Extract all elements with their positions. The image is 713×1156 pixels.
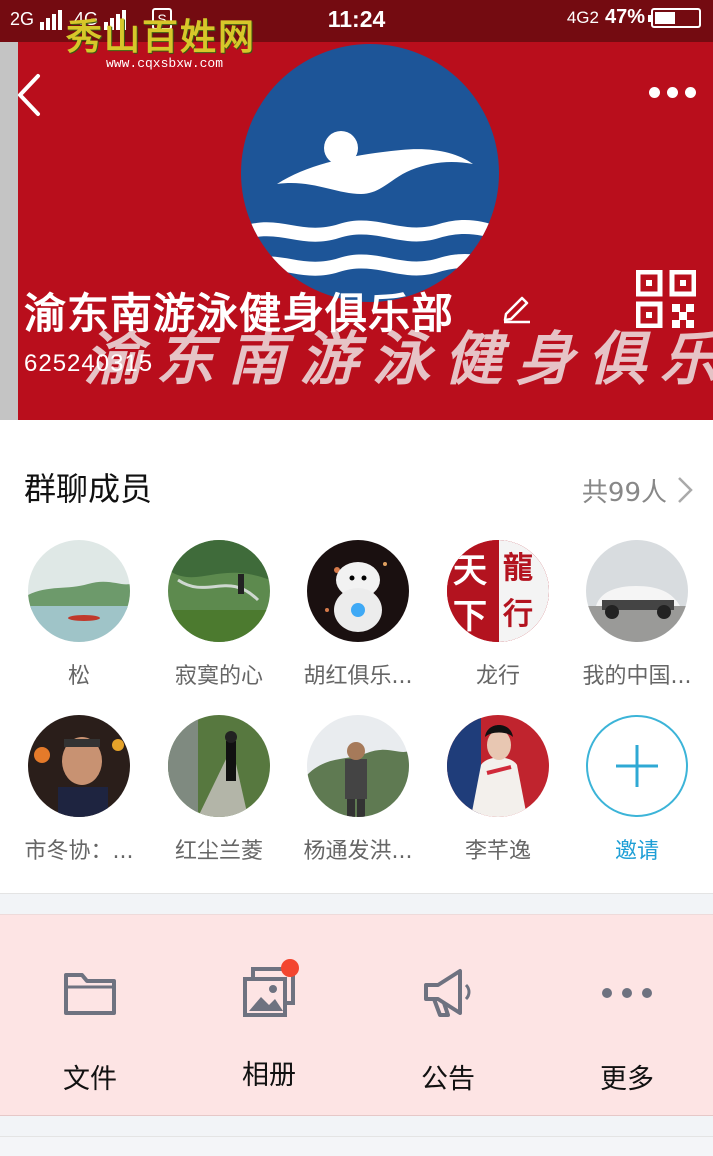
member-name: 寂寞的心 [174,664,263,689]
avatar [307,540,409,642]
member-name: 杨通发洪... [303,839,413,864]
member-item[interactable]: 寂寞的心 [149,540,289,690]
member-name: 龙行 [475,664,520,689]
tool-label: 更多 [600,1064,654,1095]
more-icon [602,988,652,998]
svg-text:龍: 龍 [503,551,533,586]
avatar [307,715,409,817]
svg-text:行: 行 [502,597,533,632]
member-item[interactable]: 杨通发洪... [288,715,428,865]
avatar [586,540,688,642]
watermark-title: 秀山百姓网 [66,17,257,57]
group-members-section: 群聊成员 共99人 松 寂寞的心 胡红俱乐... 天 龍 下 行 龙行 我的中国… [0,420,713,894]
next-section-edge [0,1136,713,1156]
folder-icon [64,973,116,1015]
dot-icon [685,86,696,98]
swimming-logo [241,44,499,302]
avatar [28,540,130,642]
qr-code-icon[interactable] [636,270,696,328]
tool-label: 公告 [421,1064,475,1095]
battery-icon [648,7,701,28]
member-item[interactable]: 天 龍 下 行 龙行 [428,540,568,690]
member-name: 市冬协：... [24,839,134,864]
avatar: 天 龍 下 行 [447,540,549,642]
member-name: 我的中国... [582,664,692,689]
avatar [28,715,130,817]
member-name: 李芊逸 [464,839,531,864]
avatar [168,540,270,642]
tool-announcement[interactable]: 公告 [358,967,538,1096]
invite-label: 邀请 [614,839,659,864]
tool-label: 文件 [63,1064,117,1095]
group-name: 渝东南游泳健身俱乐部 [24,289,455,338]
network-label: 4G2 [566,7,599,27]
edit-pencil-icon[interactable] [500,290,534,324]
more-options-button[interactable] [649,80,701,104]
invite-circle [586,715,688,817]
tool-label: 相册 [242,1060,296,1091]
group-id: 625240315 [24,350,154,377]
svg-text:下: 下 [453,597,487,637]
plus-icon [616,745,658,787]
member-name: 胡红俱乐... [303,664,413,689]
member-item[interactable]: 胡红俱乐... [288,540,428,690]
group-tools-bar: 文件 相册 公告 更多 [0,914,713,1116]
invite-member-button[interactable]: 邀请 [567,715,707,865]
member-item[interactable]: 红尘兰菱 [149,715,289,865]
tool-files[interactable]: 文件 [0,967,180,1096]
member-item[interactable]: 李芊逸 [428,715,568,865]
members-count: 共99人 [581,478,667,508]
member-name: 红尘兰菱 [174,839,263,864]
svg-text:天: 天 [453,551,487,591]
members-title: 群聊成员 [24,470,153,508]
notification-dot [281,959,299,977]
member-item[interactable]: 松 [9,540,149,690]
member-item[interactable]: 市冬协：... [9,715,149,865]
site-watermark-logo: 秀山百姓网 www.cqxsbxw.com [66,8,256,71]
chevron-right-icon [678,477,693,503]
battery-percent: 47% [604,6,645,28]
dot-icon [649,86,660,98]
back-arrow-icon [18,74,40,116]
member-item[interactable]: 我的中国... [567,540,707,690]
avatar [168,715,270,817]
dot-icon [667,86,678,98]
avatar [447,715,549,817]
tool-album[interactable]: 相册 [179,959,359,1092]
member-name: 松 [67,664,90,689]
back-button[interactable] [14,70,58,120]
tool-more[interactable]: 更多 [537,967,713,1096]
megaphone-icon [424,969,471,1017]
